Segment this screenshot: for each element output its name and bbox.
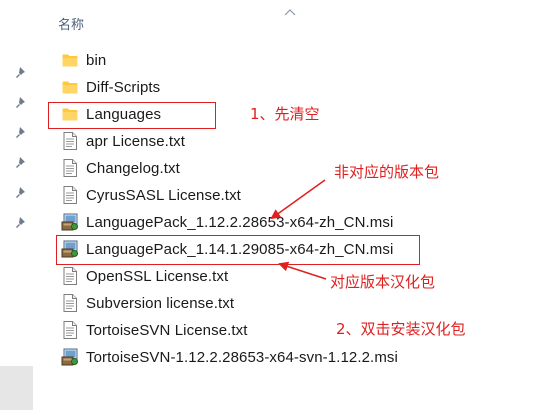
annotation-not-matching: 非对应的版本包 xyxy=(334,163,440,181)
text-file-icon xyxy=(60,158,80,178)
file-name: TortoiseSVN-1.12.2.28653-x64-svn-1.12.2.… xyxy=(86,348,398,366)
pin-icon[interactable] xyxy=(15,66,28,79)
file-row[interactable]: bin xyxy=(52,47,472,73)
file-name: OpenSSL License.txt xyxy=(86,267,229,285)
file-row[interactable]: TortoiseSVN-1.12.2.28653-x64-svn-1.12.2.… xyxy=(52,344,472,370)
pin-icon[interactable] xyxy=(15,216,28,229)
annotation-matching: 对应版本汉化包 xyxy=(330,273,436,291)
file-row[interactable]: CyrusSASL License.txt xyxy=(52,182,472,208)
msi-installer-icon xyxy=(60,212,80,232)
file-row[interactable]: LanguagePack_1.12.2.28653-x64-zh_CN.msi xyxy=(52,209,472,235)
pin-icon[interactable] xyxy=(15,96,28,109)
file-name: LanguagePack_1.12.2.28653-x64-zh_CN.msi xyxy=(86,213,394,231)
sort-ascending-icon[interactable] xyxy=(283,4,297,16)
file-name: bin xyxy=(86,51,107,69)
annotation-clear-first: 1、先清空 xyxy=(250,105,320,123)
annotation-double-click: 2、双击安装汉化包 xyxy=(336,320,466,338)
pin-icon[interactable] xyxy=(15,156,28,169)
file-name: Changelog.txt xyxy=(86,159,180,177)
file-name: apr License.txt xyxy=(86,132,186,150)
name-column-header[interactable]: 名称 xyxy=(58,14,84,33)
text-file-icon xyxy=(60,266,80,286)
text-file-icon xyxy=(60,185,80,205)
pin-icon[interactable] xyxy=(15,186,28,199)
msi-installer-icon xyxy=(60,347,80,367)
pin-icon[interactable] xyxy=(15,126,28,139)
file-row[interactable]: Subversion license.txt xyxy=(52,290,472,316)
text-file-icon xyxy=(60,293,80,313)
text-file-icon xyxy=(60,131,80,151)
header-divider xyxy=(50,33,537,34)
file-name: CyrusSASL License.txt xyxy=(86,186,241,204)
nav-pane-selection xyxy=(0,366,33,410)
file-name: Diff-Scripts xyxy=(86,78,161,96)
file-name: TortoiseSVN License.txt xyxy=(86,321,248,339)
matching-pack-highlight-box xyxy=(56,235,420,265)
navigation-pane xyxy=(0,0,33,410)
file-row[interactable]: Diff-Scripts xyxy=(52,74,472,100)
file-name: Subversion license.txt xyxy=(86,294,235,312)
folder-icon xyxy=(60,50,80,70)
text-file-icon xyxy=(60,320,80,340)
languages-highlight-box xyxy=(48,102,216,129)
folder-icon xyxy=(60,77,80,97)
file-row[interactable]: apr License.txt xyxy=(52,128,472,154)
